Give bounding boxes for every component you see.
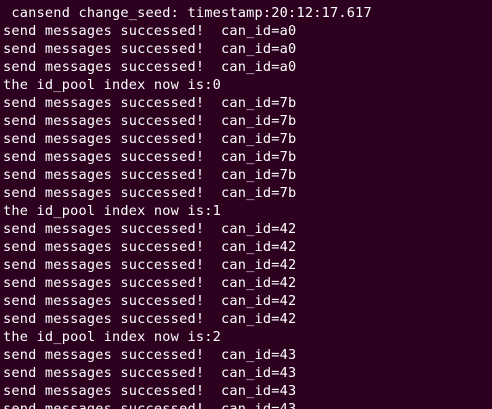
- terminal-line: send messages successed! can_id=42: [3, 239, 297, 255]
- terminal-line: send messages successed! can_id=a0: [3, 23, 297, 39]
- terminal-line: send messages successed! can_id=43: [3, 401, 297, 409]
- terminal-line: send messages successed! can_id=42: [3, 311, 297, 327]
- terminal-line: send messages successed! can_id=7b: [3, 185, 297, 201]
- terminal-line: send messages successed! can_id=43: [3, 365, 297, 381]
- terminal-line: send messages successed! can_id=a0: [3, 41, 297, 57]
- terminal-line: send messages successed! can_id=7b: [3, 113, 297, 129]
- terminal-line: send messages successed! can_id=42: [3, 293, 297, 309]
- terminal-line: send messages successed! can_id=42: [3, 257, 297, 273]
- terminal-line: send messages successed! can_id=a0: [3, 59, 297, 75]
- terminal-line: send messages successed! can_id=7b: [3, 149, 297, 165]
- terminal-line: send messages successed! can_id=7b: [3, 95, 297, 111]
- terminal-line: cansend change_seed: timestamp:20:12:17.…: [3, 5, 372, 21]
- terminal-line: the id_pool index now is:1: [3, 203, 221, 219]
- terminal-line: the id_pool index now is:2: [3, 329, 221, 345]
- terminal-line: send messages successed! can_id=43: [3, 383, 297, 399]
- terminal-output[interactable]: cansend change_seed: timestamp:20:12:17.…: [0, 0, 492, 409]
- terminal-line: send messages successed! can_id=7b: [3, 131, 297, 147]
- terminal-line: send messages successed! can_id=7b: [3, 167, 297, 183]
- terminal-line: send messages successed! can_id=42: [3, 275, 297, 291]
- terminal-line: the id_pool index now is:0: [3, 77, 221, 93]
- terminal-line: send messages successed! can_id=43: [3, 347, 297, 363]
- terminal-line: send messages successed! can_id=42: [3, 221, 297, 237]
